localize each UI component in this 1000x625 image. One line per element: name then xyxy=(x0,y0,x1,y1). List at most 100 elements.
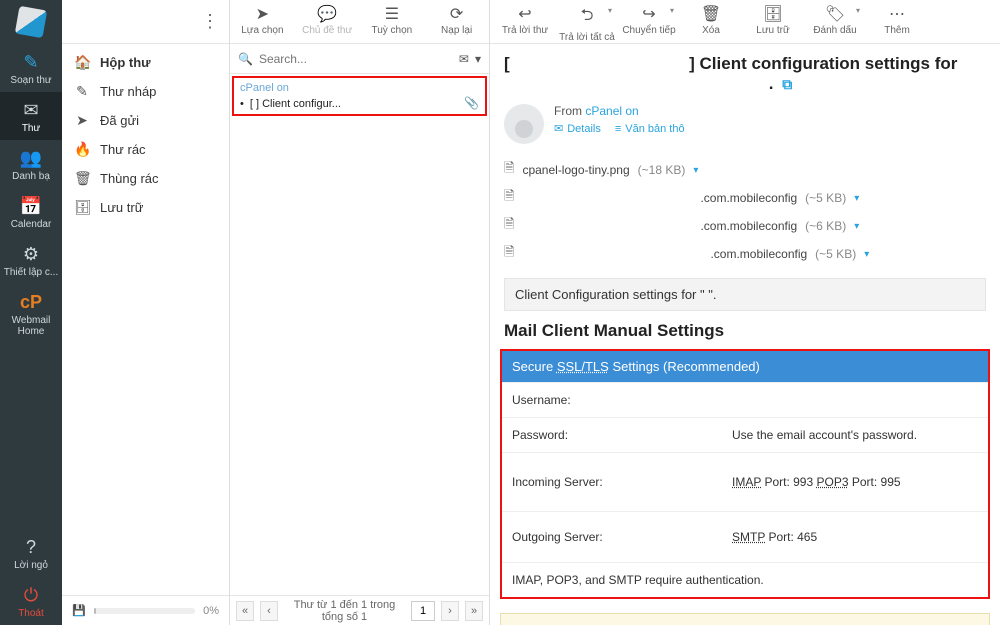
preview-toolbar: ↩Trả lời thư ⮌▾Trả lời tất cả ↪▾Chuyển t… xyxy=(490,0,1000,44)
pager-next[interactable]: › xyxy=(441,601,459,621)
sidebar-about[interactable]: ?Lời ngỏ xyxy=(0,529,62,577)
from-link[interactable]: cPanel on xyxy=(585,104,638,118)
power-icon: ⏻ xyxy=(0,585,62,606)
disk-icon: 💾 xyxy=(72,604,86,617)
sidebar-calendar-label: Calendar xyxy=(11,219,52,230)
folder-archive[interactable]: 🗄 Lưu trữ xyxy=(62,193,229,222)
folder-trash[interactable]: 🗑Thùng rác xyxy=(62,164,229,193)
sidebar-contacts-label: Danh bạ xyxy=(12,171,50,182)
chevron-down-icon[interactable]: ▾ xyxy=(864,249,869,260)
folder-junk-label: Thư rác xyxy=(100,142,146,157)
file-icon: 🗎 xyxy=(504,159,514,181)
threads-icon: 💬 xyxy=(295,4,360,24)
sidebar-calendar[interactable]: 📅 Calendar xyxy=(0,188,62,236)
manual-settings-heading: Mail Client Manual Settings xyxy=(490,311,1000,345)
toolbar-archive[interactable]: 🗄Lưu trữ xyxy=(742,0,804,36)
sidebar-webmail-label: Webmail Home xyxy=(12,315,51,337)
pager-prev[interactable]: ‹ xyxy=(260,601,278,621)
list-toolbar: ➤Lựa chọn 💬Chủ đề thư ☰Tuỳ chọn ⟳Nạp lại xyxy=(230,0,489,44)
toolbar-mark[interactable]: 🏷▾Đánh dấu xyxy=(804,0,866,36)
ssl-header: Secure SSL/TLS Settings (Recommended) xyxy=(502,351,988,382)
non-ssl-header: Non-SSL Settings (NOT Recommended). xyxy=(500,613,990,625)
sidebar-logout[interactable]: ⏻ Thoát xyxy=(0,577,62,625)
attachment-row[interactable]: 🗎.com.mobileconfig (~5 KB) ▾ xyxy=(504,240,986,268)
fire-icon: 🔥 xyxy=(74,141,90,158)
sidebar-mail[interactable]: ✉Thư xyxy=(0,92,62,140)
toolbar-select[interactable]: ➤Lựa chọn xyxy=(230,0,295,36)
message-list-pane: ➤Lựa chọn 💬Chủ đề thư ☰Tuỳ chọn ⟳Nạp lại… xyxy=(230,0,490,625)
sidebar-settings[interactable]: ⚙ Thiết lập c... xyxy=(0,236,62,284)
toolbar-options[interactable]: ☰Tuỳ chọn xyxy=(360,0,425,36)
message-from: cPanel on xyxy=(240,82,479,94)
sidebar-logout-label: Thoát xyxy=(18,608,44,619)
attachment-row[interactable]: 🗎cpanel-logo-tiny.png (~18 KB) ▾ xyxy=(504,156,986,184)
chevron-down-icon: ▾ xyxy=(608,6,612,15)
quota-percent: 0% xyxy=(203,605,219,617)
open-external-icon[interactable]: ⧉ xyxy=(782,76,792,92)
avatar xyxy=(504,104,544,144)
sidebar-contacts[interactable]: 👥 Danh bạ xyxy=(0,140,62,188)
pager: « ‹ Thư từ 1 đến 1 trong tổng số 1 › » xyxy=(230,595,489,625)
attachment-row[interactable]: 🗎.com.mobileconfig (~6 KB) ▾ xyxy=(504,212,986,240)
pager-first[interactable]: « xyxy=(236,601,254,621)
chevron-down-icon[interactable]: ▾ xyxy=(854,193,859,204)
search-scope-icon[interactable]: ✉ xyxy=(459,52,469,66)
folder-sent[interactable]: ➤Đã gửi xyxy=(62,106,229,135)
toolbar-delete[interactable]: 🗑Xóa xyxy=(680,0,742,36)
toolbar-threads[interactable]: 💬Chủ đề thư xyxy=(295,0,360,36)
folder-inbox[interactable]: 🏠Hộp thư xyxy=(62,48,229,77)
from-row: From cPanel on ✉Details ≡Văn bản thô xyxy=(490,100,1000,152)
reply-icon: ↩ xyxy=(494,4,556,24)
search-dropdown-icon[interactable]: ▾ xyxy=(475,52,481,66)
help-icon: ? xyxy=(0,537,62,558)
refresh-icon: ⟳ xyxy=(424,4,489,24)
preview-pane: ↩Trả lời thư ⮌▾Trả lời tất cả ↪▾Chuyển t… xyxy=(490,0,1000,625)
details-link[interactable]: ✉Details xyxy=(554,122,601,135)
pager-page-input[interactable] xyxy=(411,601,435,621)
config-title: Client Configuration settings for " ". xyxy=(504,278,986,311)
lines-icon: ≡ xyxy=(615,123,621,135)
cursor-icon: ➤ xyxy=(230,4,295,24)
envelope-icon: ✉ xyxy=(554,122,563,135)
chevron-down-icon: ▾ xyxy=(856,6,860,15)
folder-junk[interactable]: 🔥 Thư rác xyxy=(62,135,229,164)
gear-icon: ⚙ xyxy=(0,244,62,265)
sidebar-compose-label: Soạn thư xyxy=(10,75,51,86)
file-icon: 🗎 xyxy=(504,243,514,265)
attachment-row[interactable]: 🗎.com.mobileconfig (~5 KB) ▾ xyxy=(504,184,986,212)
chevron-down-icon[interactable]: ▾ xyxy=(854,221,859,232)
message-item[interactable]: cPanel on [ ] Client configur... 📎 xyxy=(232,76,487,116)
folder-archive-label: Lưu trữ xyxy=(100,200,143,215)
calendar-icon: 📅 xyxy=(0,196,62,217)
pager-last[interactable]: » xyxy=(465,601,483,621)
folder-sent-label: Đã gửi xyxy=(100,113,139,128)
search-input[interactable] xyxy=(259,52,453,66)
folder-menu-icon[interactable]: ⋮ xyxy=(201,11,219,32)
toolbar-refresh[interactable]: ⟳Nạp lại xyxy=(424,0,489,36)
attachments: 🗎cpanel-logo-tiny.png (~18 KB) ▾ 🗎.com.m… xyxy=(490,152,1000,278)
folder-drafts[interactable]: ✎Thư nháp xyxy=(62,77,229,106)
toolbar-forward[interactable]: ↪▾Chuyển tiếp xyxy=(618,0,680,36)
chevron-down-icon: ▾ xyxy=(670,6,674,15)
plaintext-link[interactable]: ≡Văn bản thô xyxy=(615,122,685,135)
contacts-icon: 👥 xyxy=(0,148,62,169)
row-username: Username: xyxy=(502,382,988,417)
app-logo xyxy=(0,0,62,44)
search-icon: 🔍 xyxy=(238,52,253,66)
folder-trash-label: Thùng rác xyxy=(100,171,159,186)
archive-icon: 🗄 xyxy=(74,199,90,216)
archive-icon: 🗄 xyxy=(742,4,804,24)
folder-pane: ⋮ 🏠Hộp thư ✎Thư nháp ➤Đã gửi 🔥 Thư rác 🗑T… xyxy=(62,0,230,625)
sliders-icon: ☰ xyxy=(360,4,425,24)
sidebar-settings-label: Thiết lập c... xyxy=(4,267,58,278)
chevron-down-icon[interactable]: ▾ xyxy=(693,165,698,176)
sidebar-compose[interactable]: ✎ Soạn thư xyxy=(0,44,62,92)
toolbar-reply[interactable]: ↩Trả lời thư xyxy=(494,0,556,36)
toolbar-reply-all[interactable]: ⮌▾Trả lời tất cả xyxy=(556,0,618,43)
toolbar-more[interactable]: ⋯Thêm xyxy=(866,0,928,36)
search-bar: 🔍 ✉ ▾ xyxy=(230,44,489,74)
compose-icon: ✎ xyxy=(0,52,62,73)
sidebar-webmail-home[interactable]: cPWebmail Home xyxy=(0,284,62,343)
inbox-icon: 🏠 xyxy=(74,54,90,71)
auth-note: IMAP, POP3, and SMTP require authenticat… xyxy=(502,562,988,597)
